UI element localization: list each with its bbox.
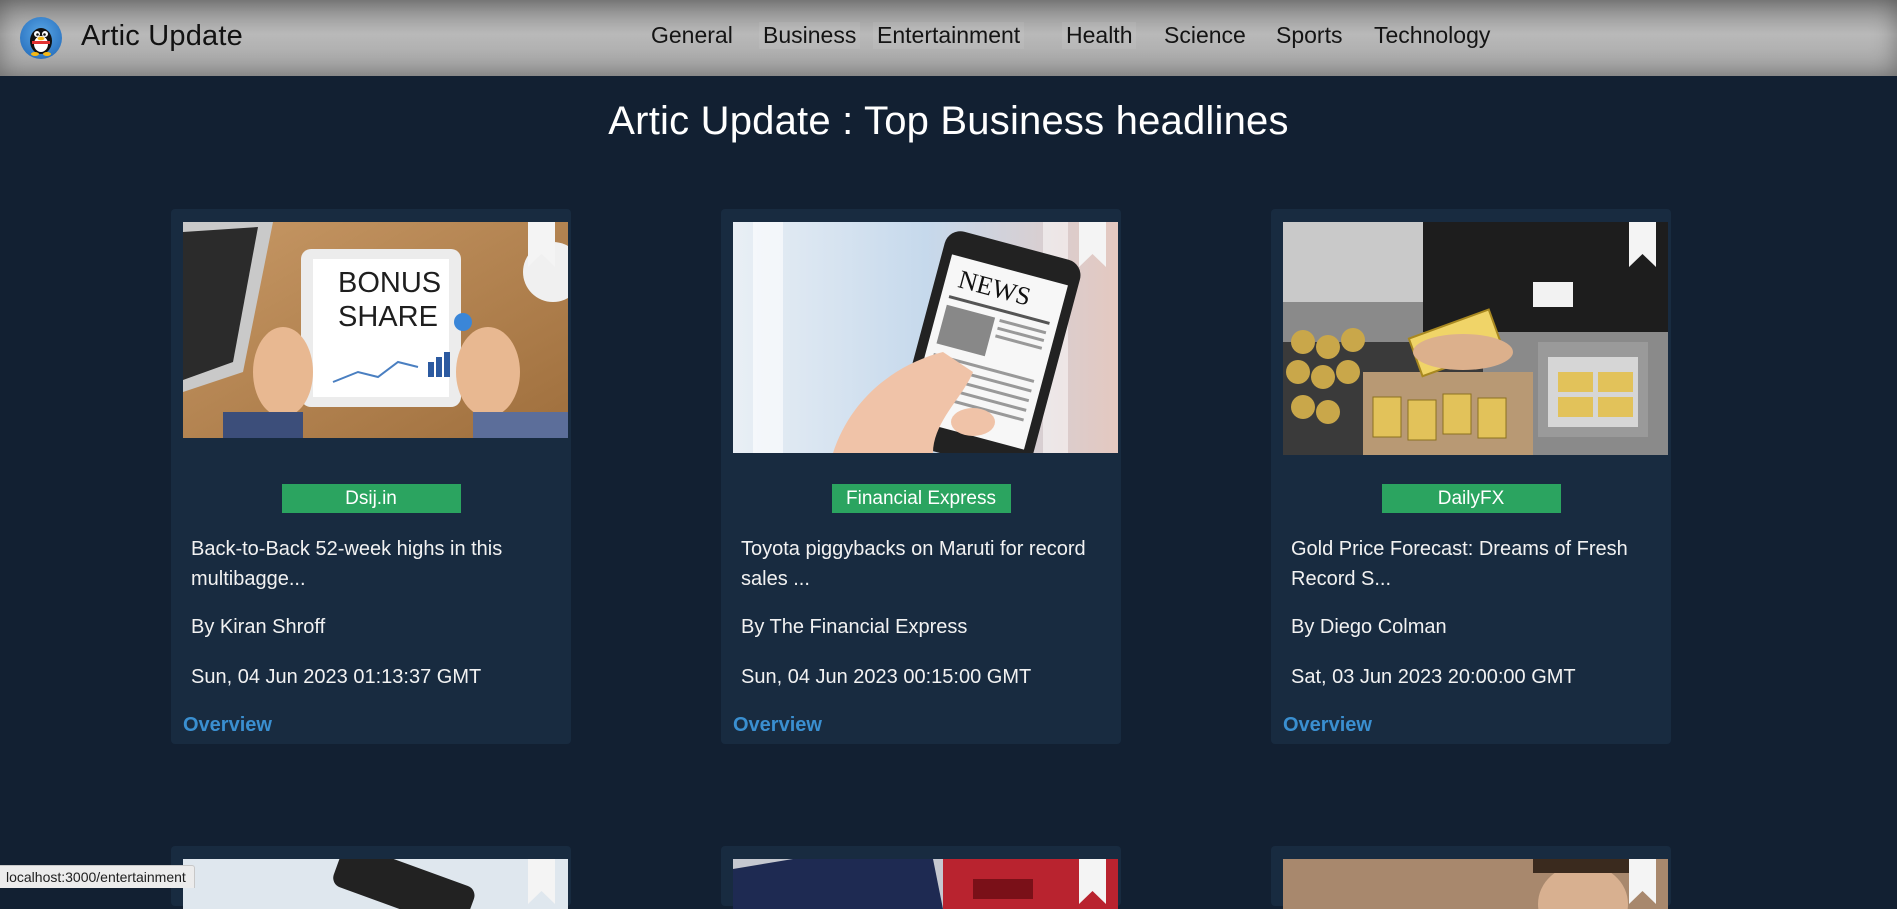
page-title: Artic Update : Top Business headlines <box>608 99 1289 143</box>
news-card <box>1271 846 1671 909</box>
card-title: Gold Price Forecast: Dreams of Fresh Rec… <box>1291 538 1628 590</box>
card-date: Sun, 04 Jun 2023 01:13:37 GMT <box>191 666 482 688</box>
card-author: By Kiran Shroff <box>191 616 326 638</box>
news-card-image <box>733 859 1118 909</box>
share-text: SHARE <box>338 301 438 333</box>
news-card <box>721 846 1121 909</box>
card-title: Toyota piggybacks on Maruti for record s… <box>741 538 1086 590</box>
bonus-text: BONUS <box>338 267 441 299</box>
navbar: Artic Update General Business Entertainm… <box>0 0 1897 76</box>
nav-link-entertainment[interactable]: Entertainment <box>873 22 1025 49</box>
card-author: By The Financial Express <box>741 616 968 638</box>
news-card-image <box>1283 222 1668 455</box>
card-title: Back-to-Back 52-week highs in this multi… <box>191 538 503 590</box>
source-badge-label: Financial Express <box>831 484 1011 513</box>
nav-link-technology[interactable]: Technology <box>1374 22 1490 49</box>
news-card-image: NEWS <box>733 222 1118 453</box>
news-card-image <box>1283 859 1668 909</box>
nav-link-science[interactable]: Science <box>1164 22 1246 49</box>
overview-link[interactable]: Overview <box>733 714 822 737</box>
card-date: Sun, 04 Jun 2023 00:15:00 GMT <box>741 666 1032 688</box>
news-card: DailyFX Gold Price Forecast: Dreams of F… <box>1271 209 1671 744</box>
overview-link[interactable]: Overview <box>1283 714 1372 737</box>
source-badge: DailyFX <box>1271 484 1671 513</box>
bookmark-icon[interactable] <box>1079 859 1106 904</box>
news-card <box>171 846 571 909</box>
status-bar-url: localhost:3000/entertainment <box>0 865 195 888</box>
nav-link-business[interactable]: Business <box>759 22 861 49</box>
card-author: By Diego Colman <box>1291 616 1447 638</box>
source-badge-label: DailyFX <box>1381 484 1561 513</box>
source-badge: Dsij.in <box>171 484 571 513</box>
bookmark-icon[interactable] <box>1629 222 1656 267</box>
card-date: Sat, 03 Jun 2023 20:00:00 GMT <box>1291 666 1576 688</box>
nav-link-health[interactable]: Health <box>1062 22 1137 49</box>
source-badge: Financial Express <box>721 484 1121 513</box>
overview-link[interactable]: Overview <box>183 714 272 737</box>
bookmark-icon[interactable] <box>528 859 555 904</box>
bookmark-icon[interactable] <box>1629 859 1656 904</box>
news-card: NEWS Financial Express Toyota piggybacks… <box>721 209 1121 744</box>
bookmark-icon[interactable] <box>1079 222 1106 267</box>
nav-links: General Business Entertainment Health Sc… <box>0 0 1897 76</box>
nav-link-general[interactable]: General <box>651 22 733 49</box>
source-badge-label: Dsij.in <box>281 484 461 513</box>
news-card-image <box>183 859 568 909</box>
nav-link-sports[interactable]: Sports <box>1276 22 1342 49</box>
bookmark-icon[interactable] <box>528 222 555 267</box>
news-card-image: BONUS SHARE <box>183 222 568 438</box>
news-card: BONUS SHARE Dsij.in Back-to-Back 52-week… <box>171 209 571 744</box>
